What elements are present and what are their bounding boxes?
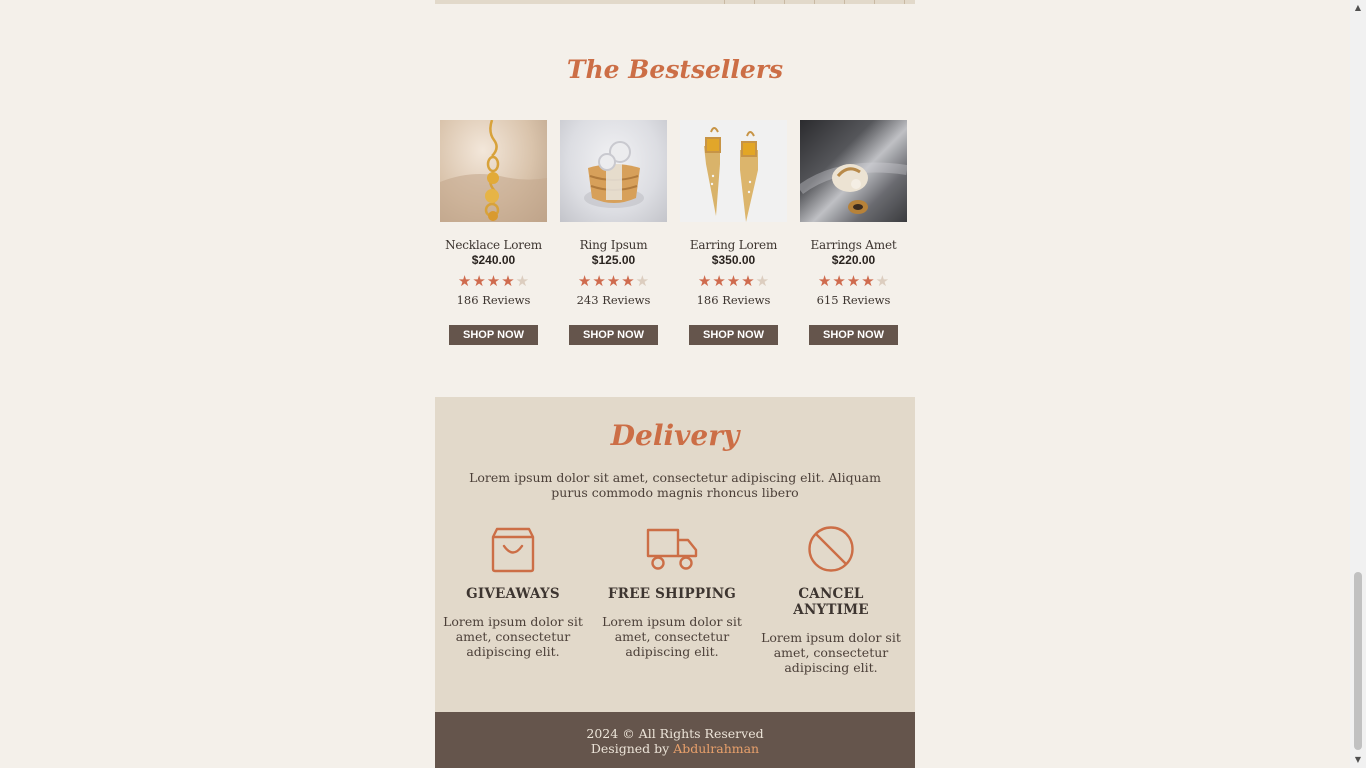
ring-image — [584, 141, 644, 208]
star-icon: ★ — [472, 272, 486, 290]
star-icon: ★ — [697, 272, 712, 290]
product-price: $350.00 — [711, 253, 756, 267]
shop-now-button[interactable]: SHOP NOW — [569, 325, 658, 345]
star-icon: ★ — [741, 272, 755, 290]
product-image-ring[interactable] — [560, 120, 667, 222]
delivery-title: Delivery — [610, 419, 740, 452]
delivery-description: Lorem ipsum dolor sit amet, consectetur … — [469, 470, 881, 500]
star-icon: ★ — [861, 272, 875, 290]
star-empty-icon: ★ — [755, 272, 770, 290]
feature-text: Lorem ipsum dolor sit amet, consectetur … — [761, 630, 901, 675]
necklace-image — [440, 120, 547, 222]
product-reviews: 615 Reviews — [816, 293, 891, 307]
product-name: Necklace Lorem — [445, 238, 542, 252]
feature-giveaways: GIVEAWAYS Lorem ipsum dolor sit amet, co… — [443, 525, 583, 659]
product-reviews: 186 Reviews — [456, 293, 531, 307]
star-icon: ★ — [817, 272, 832, 290]
product-name: Earring Lorem — [689, 238, 778, 252]
feature-free-shipping: FREE SHIPPING Lorem ipsum dolor sit amet… — [602, 525, 742, 659]
feature-text: Lorem ipsum dolor sit amet, consectetur … — [602, 614, 742, 659]
product-rating: ★ ★ ★ ★ ★ — [560, 272, 667, 290]
product-card: Earring Lorem $350.00 ★ ★ ★ ★ ★ 186 Revi… — [680, 120, 787, 345]
star-icon: ★ — [621, 272, 635, 290]
product-image-necklace[interactable] — [440, 120, 547, 222]
scrollbar[interactable]: ▲ ▼ — [1350, 0, 1366, 768]
scroll-up-arrow-icon[interactable]: ▲ — [1350, 0, 1366, 16]
truck-icon — [602, 525, 742, 573]
product-name: Earrings Amet — [810, 238, 897, 252]
earrings-image — [800, 162, 907, 214]
feature-title: CANCEL ANYTIME — [793, 586, 869, 618]
hero-image-detail — [710, 0, 905, 4]
product-image-earrings[interactable] — [800, 120, 907, 222]
star-icon: ★ — [457, 272, 472, 290]
delivery-section: Delivery Lorem ipsum dolor sit amet, con… — [435, 397, 915, 712]
star-empty-icon: ★ — [875, 272, 890, 290]
earring-image — [704, 127, 758, 222]
feature-title: GIVEAWAYS — [466, 586, 560, 602]
designed-by-label: Designed by — [590, 741, 674, 756]
designer-link[interactable]: Abdulrahman — [673, 741, 759, 756]
star-icon: ★ — [726, 272, 741, 290]
product-card: Ring Ipsum $125.00 ★ ★ ★ ★ ★ 243 Reviews… — [560, 120, 667, 345]
product-image-earring[interactable] — [680, 120, 787, 222]
footer: 2024 © All Rights Reserved Designed by A… — [435, 712, 915, 768]
bestsellers-title: The Bestsellers — [566, 55, 784, 84]
designed-by: Designed by Abdulrahman — [435, 741, 915, 756]
shop-now-button[interactable]: SHOP NOW — [809, 325, 898, 345]
star-icon: ★ — [486, 272, 501, 290]
shop-now-button[interactable]: SHOP NOW — [689, 325, 778, 345]
product-name: Ring Ipsum — [579, 238, 648, 252]
product-price: $240.00 — [471, 253, 516, 267]
star-icon: ★ — [592, 272, 606, 290]
product-card: Necklace Lorem $240.00 ★ ★ ★ ★ ★ 186 Rev… — [440, 120, 547, 345]
copyright-text: 2024 © All Rights Reserved — [586, 726, 764, 741]
product-price: $125.00 — [591, 253, 636, 267]
product-rating: ★ ★ ★ ★ ★ — [440, 272, 547, 290]
star-icon: ★ — [606, 272, 621, 290]
star-icon: ★ — [832, 272, 846, 290]
product-reviews: 243 Reviews — [576, 293, 651, 307]
star-empty-icon: ★ — [515, 272, 530, 290]
star-icon: ★ — [712, 272, 726, 290]
shopping-bag-icon — [443, 525, 583, 573]
shop-now-button[interactable]: SHOP NOW — [449, 325, 538, 345]
product-price: $220.00 — [831, 253, 876, 267]
feature-title: FREE SHIPPING — [608, 586, 736, 602]
star-icon: ★ — [577, 272, 592, 290]
prohibited-icon — [761, 525, 901, 573]
product-card: Earrings Amet $220.00 ★ ★ ★ ★ ★ 615 Revi… — [800, 120, 907, 345]
product-reviews: 186 Reviews — [696, 293, 771, 307]
scrollbar-thumb[interactable] — [1354, 572, 1362, 750]
feature-text: Lorem ipsum dolor sit amet, consectetur … — [443, 614, 583, 659]
scroll-down-arrow-icon[interactable]: ▼ — [1350, 752, 1366, 768]
product-rating: ★ ★ ★ ★ ★ — [800, 272, 907, 290]
product-rating: ★ ★ ★ ★ ★ — [680, 272, 787, 290]
star-icon: ★ — [846, 272, 861, 290]
star-empty-icon: ★ — [635, 272, 650, 290]
bestsellers-grid: Necklace Lorem $240.00 ★ ★ ★ ★ ★ 186 Rev… — [440, 120, 910, 360]
star-icon: ★ — [501, 272, 515, 290]
feature-cancel-anytime: CANCEL ANYTIME Lorem ipsum dolor sit ame… — [761, 525, 901, 675]
